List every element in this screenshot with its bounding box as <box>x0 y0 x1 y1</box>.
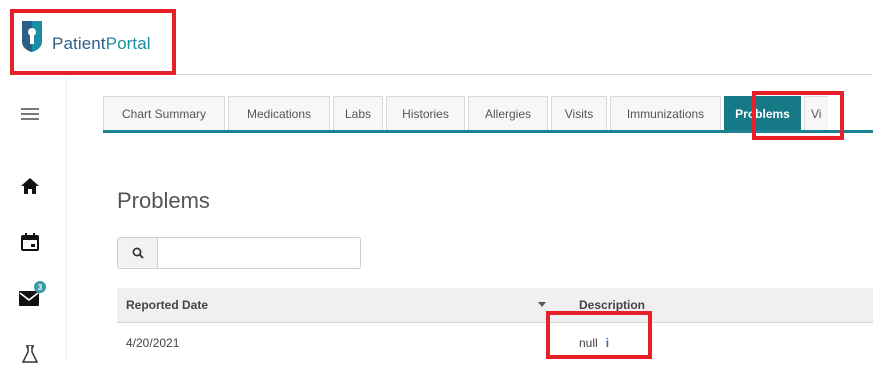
lab-flask-icon[interactable] <box>14 340 46 368</box>
search-input[interactable] <box>157 237 361 269</box>
sort-caret-icon[interactable] <box>538 302 546 307</box>
page-title: Problems <box>117 188 210 213</box>
search-bar <box>117 237 361 269</box>
tab-allergies[interactable]: Allergies <box>468 96 548 130</box>
tab-chart-summary[interactable]: Chart Summary <box>103 96 225 130</box>
tab-medications[interactable]: Medications <box>228 96 330 130</box>
logo-text-patient: Patient <box>52 34 106 53</box>
column-header-description[interactable]: Description <box>579 288 645 322</box>
chart-tabs: Chart Summary Medications Labs Histories… <box>103 96 831 130</box>
patient-portal-logo[interactable]: PatientPortal <box>18 18 151 54</box>
mail-badge: 3 <box>34 281 46 293</box>
logo-text: PatientPortal <box>52 34 151 54</box>
search-button[interactable] <box>117 237 157 269</box>
cell-reported-date: 4/20/2021 <box>126 335 180 350</box>
logo-text-portal: Portal <box>105 34 151 53</box>
tab-visits-truncated[interactable]: Vi <box>804 96 828 130</box>
tab-underline <box>103 130 873 133</box>
cell-description: null i <box>579 323 609 362</box>
column-header-reported-date[interactable]: Reported Date <box>126 288 208 322</box>
sidebar-nav: 3 <box>0 78 67 363</box>
mail-icon[interactable]: 3 <box>14 281 46 312</box>
tab-labs[interactable]: Labs <box>333 96 383 130</box>
problems-table-header: Reported Date Description <box>117 288 873 323</box>
search-icon <box>132 247 144 259</box>
logo-icon <box>22 21 42 52</box>
app-header: PatientPortal <box>0 0 873 78</box>
hamburger-menu-icon[interactable] <box>14 100 46 128</box>
tab-visits[interactable]: Visits <box>551 96 607 130</box>
calendar-icon[interactable] <box>14 228 46 256</box>
tab-immunizations[interactable]: Immunizations <box>610 96 721 130</box>
info-icon[interactable]: i <box>606 336 609 350</box>
table-row[interactable]: 4/20/2021 null i <box>117 323 873 362</box>
tab-histories[interactable]: Histories <box>386 96 465 130</box>
header-divider <box>60 74 873 75</box>
tab-problems[interactable]: Problems <box>724 96 801 130</box>
home-icon[interactable] <box>14 172 46 200</box>
description-value: null <box>579 335 598 350</box>
